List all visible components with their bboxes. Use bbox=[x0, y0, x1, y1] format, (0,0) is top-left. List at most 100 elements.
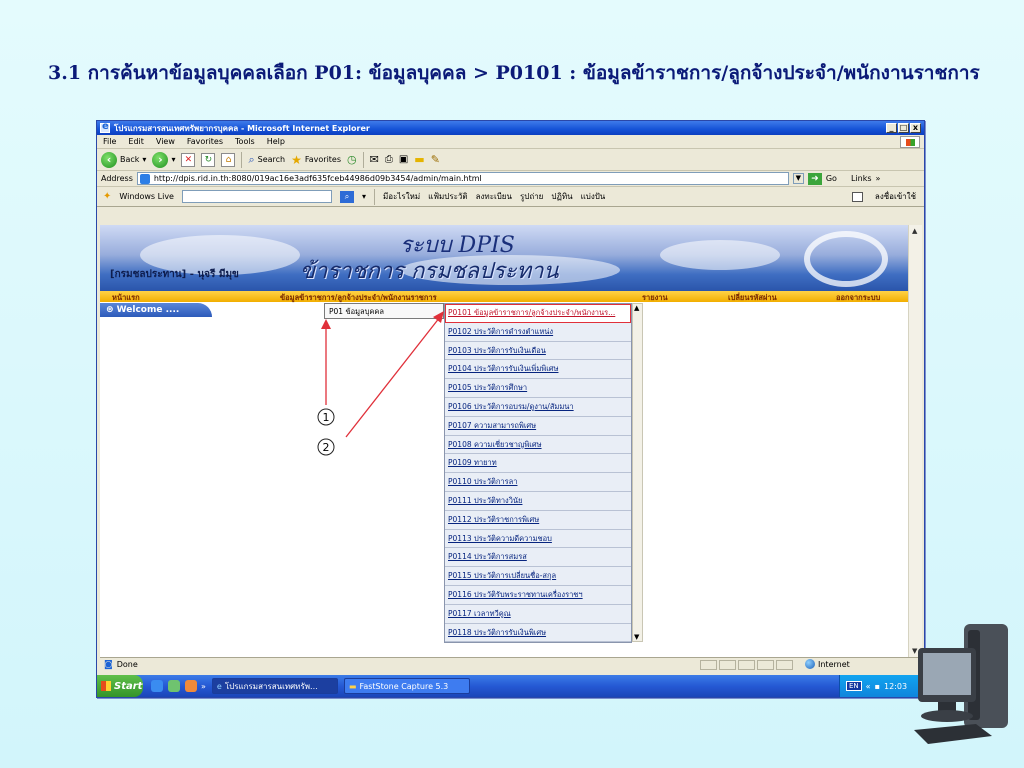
windows-live-toolbar: ✦ Windows Live ⌕ ▾ มีอะไรใหม่ แฟ้มประวัต… bbox=[97, 187, 924, 207]
submenu-item[interactable]: P0108 ความเชี่ยวชาญพิเศษ bbox=[445, 436, 631, 455]
menu-file[interactable]: File bbox=[103, 137, 116, 146]
submenu-item[interactable]: P0114 ประวัติการสมรส bbox=[445, 548, 631, 568]
chevron-down-icon[interactable]: ▾ bbox=[142, 155, 146, 164]
window-title: โปรแกรมสารสนเทศทรัพยากรบุคคล - Microsoft… bbox=[114, 123, 370, 133]
mail-icon[interactable]: ✉ bbox=[370, 153, 379, 166]
globe-icon bbox=[805, 659, 815, 669]
annotation-arrowhead-1 bbox=[321, 319, 331, 329]
nav-logout[interactable]: ออกจากระบบ bbox=[836, 292, 880, 304]
live-link-whats-new[interactable]: มีอะไรใหม่ bbox=[383, 190, 420, 203]
slide-title: 3.1 การค้นหาข้อมูลบุคคลเลือก P01: ข้อมูล… bbox=[48, 62, 980, 84]
submenu-item[interactable]: P0101 ข้อมูลข้าราชการ/ลูกจ้างประจำ/พนักง… bbox=[445, 304, 631, 323]
submenu-item-label: P0112 ประวัติราชการพิเศษ bbox=[448, 514, 540, 524]
scroll-up-icon[interactable]: ▲ bbox=[912, 227, 917, 235]
edit-icon[interactable]: ▣ bbox=[399, 154, 408, 165]
submenu-item[interactable]: P0116 ประวัติรับพระราชทานเครื่องราชฯ bbox=[445, 586, 631, 605]
language-indicator[interactable]: EN bbox=[846, 681, 862, 691]
search-button[interactable]: ⌕ Search bbox=[248, 153, 285, 167]
maximize-button[interactable]: □ bbox=[898, 123, 909, 133]
network-icon[interactable]: ▪ bbox=[875, 682, 880, 691]
submenu-item[interactable]: P0104 ประวัติการรับเงินเพิ่มพิเศษ bbox=[445, 360, 631, 380]
window-titlebar[interactable]: โปรแกรมสารสนเทศทรัพยากรบุคคล - Microsoft… bbox=[97, 121, 924, 135]
address-input[interactable]: http://dpis.rid.in.th:8080/019ac16e3adf6… bbox=[136, 172, 789, 185]
pen-icon[interactable]: ✎ bbox=[431, 153, 440, 166]
submenu-item[interactable]: P0111 ประวัติทางวินัย bbox=[445, 492, 631, 511]
standard-toolbar: ‹ Back ▾ › ▾ ✕ ↻ ⌂ ⌕ Search ★ Favorites … bbox=[97, 149, 924, 171]
menu-view[interactable]: View bbox=[156, 137, 175, 146]
forward-button[interactable]: › ▾ bbox=[152, 151, 175, 168]
submenu-item[interactable]: P0109 ทายาท bbox=[445, 454, 631, 474]
status-cell bbox=[757, 660, 774, 670]
taskbar-faststone[interactable]: ▬ FastStone Capture 5.3 bbox=[343, 678, 470, 694]
menu-edit[interactable]: Edit bbox=[128, 137, 144, 146]
menu-help[interactable]: Help bbox=[267, 137, 285, 146]
submenu-item[interactable]: P0113 ประวัติความดีความชอบ bbox=[445, 530, 631, 549]
stop-icon[interactable]: ✕ bbox=[181, 152, 196, 167]
submenu-item[interactable]: P0110 ประวัติการลา bbox=[445, 473, 631, 492]
start-button[interactable]: Start bbox=[97, 675, 143, 697]
clock[interactable]: 12:03 bbox=[884, 682, 907, 691]
page-content: ระบบ DPIS ข้าราชการ กรมชลประทาน [กรมชลปร… bbox=[100, 225, 908, 657]
chevron-right-icon[interactable]: » bbox=[201, 682, 206, 691]
home-icon[interactable]: ⌂ bbox=[221, 152, 236, 167]
windows-live-search-input[interactable] bbox=[181, 190, 332, 203]
taskbar-ie-window[interactable]: e โปรแกรมสารสนเทศทรัพ... bbox=[211, 678, 338, 694]
page-scrollbar[interactable]: ▲ ▼ bbox=[908, 225, 922, 657]
links-button[interactable]: Links bbox=[851, 174, 872, 183]
nav-report[interactable]: รายงาน bbox=[642, 292, 668, 304]
go-arrow-icon[interactable]: ➜ bbox=[807, 172, 822, 185]
dpis-logo-icon bbox=[804, 231, 888, 287]
live-link-photos[interactable]: รูปถ่าย bbox=[520, 190, 543, 203]
favorites-label: Favorites bbox=[304, 155, 342, 164]
windows-live-icon: ✦ bbox=[103, 191, 112, 202]
live-link-share[interactable]: แบ่งปัน bbox=[581, 190, 606, 203]
task-faststone-label: FastStone Capture 5.3 bbox=[359, 681, 449, 691]
print-icon[interactable]: ⎙ bbox=[385, 154, 393, 165]
window-controls: _ □ x bbox=[886, 123, 921, 133]
refresh-icon[interactable]: ↻ bbox=[201, 152, 216, 167]
chevron-right-icon[interactable]: » bbox=[876, 174, 881, 183]
ie-quicklaunch-icon[interactable] bbox=[151, 680, 163, 692]
chevron-down-icon[interactable]: ▾ bbox=[362, 192, 366, 201]
submenu-item[interactable]: P0102 ประวัติการดำรงตำแหน่ง bbox=[445, 323, 631, 342]
scroll-down-icon[interactable]: ▼ bbox=[634, 633, 639, 641]
minimize-button[interactable]: _ bbox=[886, 123, 897, 133]
submenu-scrollbar[interactable]: ▲ ▼ bbox=[632, 303, 643, 642]
media-quicklaunch-icon[interactable] bbox=[185, 680, 197, 692]
menu-tools[interactable]: Tools bbox=[235, 137, 255, 146]
search-label: Search bbox=[257, 155, 286, 164]
submenu-item[interactable]: P0112 ประวัติราชการพิเศษ bbox=[445, 511, 631, 530]
submenu-item[interactable]: P0118 ประวัติการรับเงินพิเศษ bbox=[445, 624, 631, 643]
menu-p01-personal-data[interactable]: P01 ข้อมูลบุคคล bbox=[324, 303, 444, 319]
submenu-item[interactable]: P0117 เวลาทวีคูณ bbox=[445, 605, 631, 624]
checkbox-icon[interactable] bbox=[851, 191, 863, 202]
nav-change-password[interactable]: เปลี่ยนรหัสผ่าน bbox=[728, 292, 777, 304]
folder-icon[interactable]: ▬ bbox=[414, 153, 424, 166]
help-quicklaunch-icon[interactable] bbox=[168, 680, 180, 692]
submenu-item[interactable]: P0103 ประวัติการรับเงินเดือน bbox=[445, 342, 631, 361]
submenu-item[interactable]: P0115 ประวัติการเปลี่ยนชื่อ-สกุล bbox=[445, 567, 631, 586]
sign-in-link[interactable]: ลงชื่อเข้าใช้ bbox=[875, 190, 916, 203]
submenu-item[interactable]: P0107 ความสามารถพิเศษ bbox=[445, 417, 631, 436]
close-button[interactable]: x bbox=[910, 123, 921, 133]
chevron-down-icon[interactable]: ▾ bbox=[171, 155, 175, 164]
dpis-subtitle: ข้าราชการ กรมชลประทาน bbox=[300, 259, 559, 284]
submenu-item[interactable]: P0105 ประวัติการศึกษา bbox=[445, 379, 631, 398]
submenu-item[interactable]: P0106 ประวัติการอบรม/ดูงาน/สัมมนา bbox=[445, 398, 631, 417]
live-link-calendar[interactable]: ปฏิทิน bbox=[551, 190, 572, 203]
search-icon[interactable]: ⌕ bbox=[339, 190, 354, 203]
go-button[interactable]: Go bbox=[826, 174, 837, 183]
submenu-item-label: P0106 ประวัติการอบรม/ดูงาน/สัมมนา bbox=[448, 401, 574, 411]
history-icon[interactable]: ◷ bbox=[347, 153, 357, 166]
welcome-tab[interactable]: ⊛ Welcome .... bbox=[100, 303, 212, 317]
live-link-profile[interactable]: แฟ้มประวัติ bbox=[428, 190, 467, 203]
back-button[interactable]: ‹ Back ▾ bbox=[101, 151, 146, 168]
menu-favorites[interactable]: Favorites bbox=[187, 137, 223, 146]
status-text: Done bbox=[116, 660, 138, 669]
live-link-register[interactable]: ลงทะเบียน bbox=[476, 190, 512, 203]
submenu-item-label: P0107 ความสามารถพิเศษ bbox=[448, 420, 537, 430]
scroll-up-icon[interactable]: ▲ bbox=[634, 304, 639, 312]
favorites-button[interactable]: ★ Favorites bbox=[291, 153, 341, 167]
address-dropdown-icon[interactable]: ▼ bbox=[792, 173, 804, 184]
chevron-left-icon[interactable]: « bbox=[866, 682, 871, 691]
